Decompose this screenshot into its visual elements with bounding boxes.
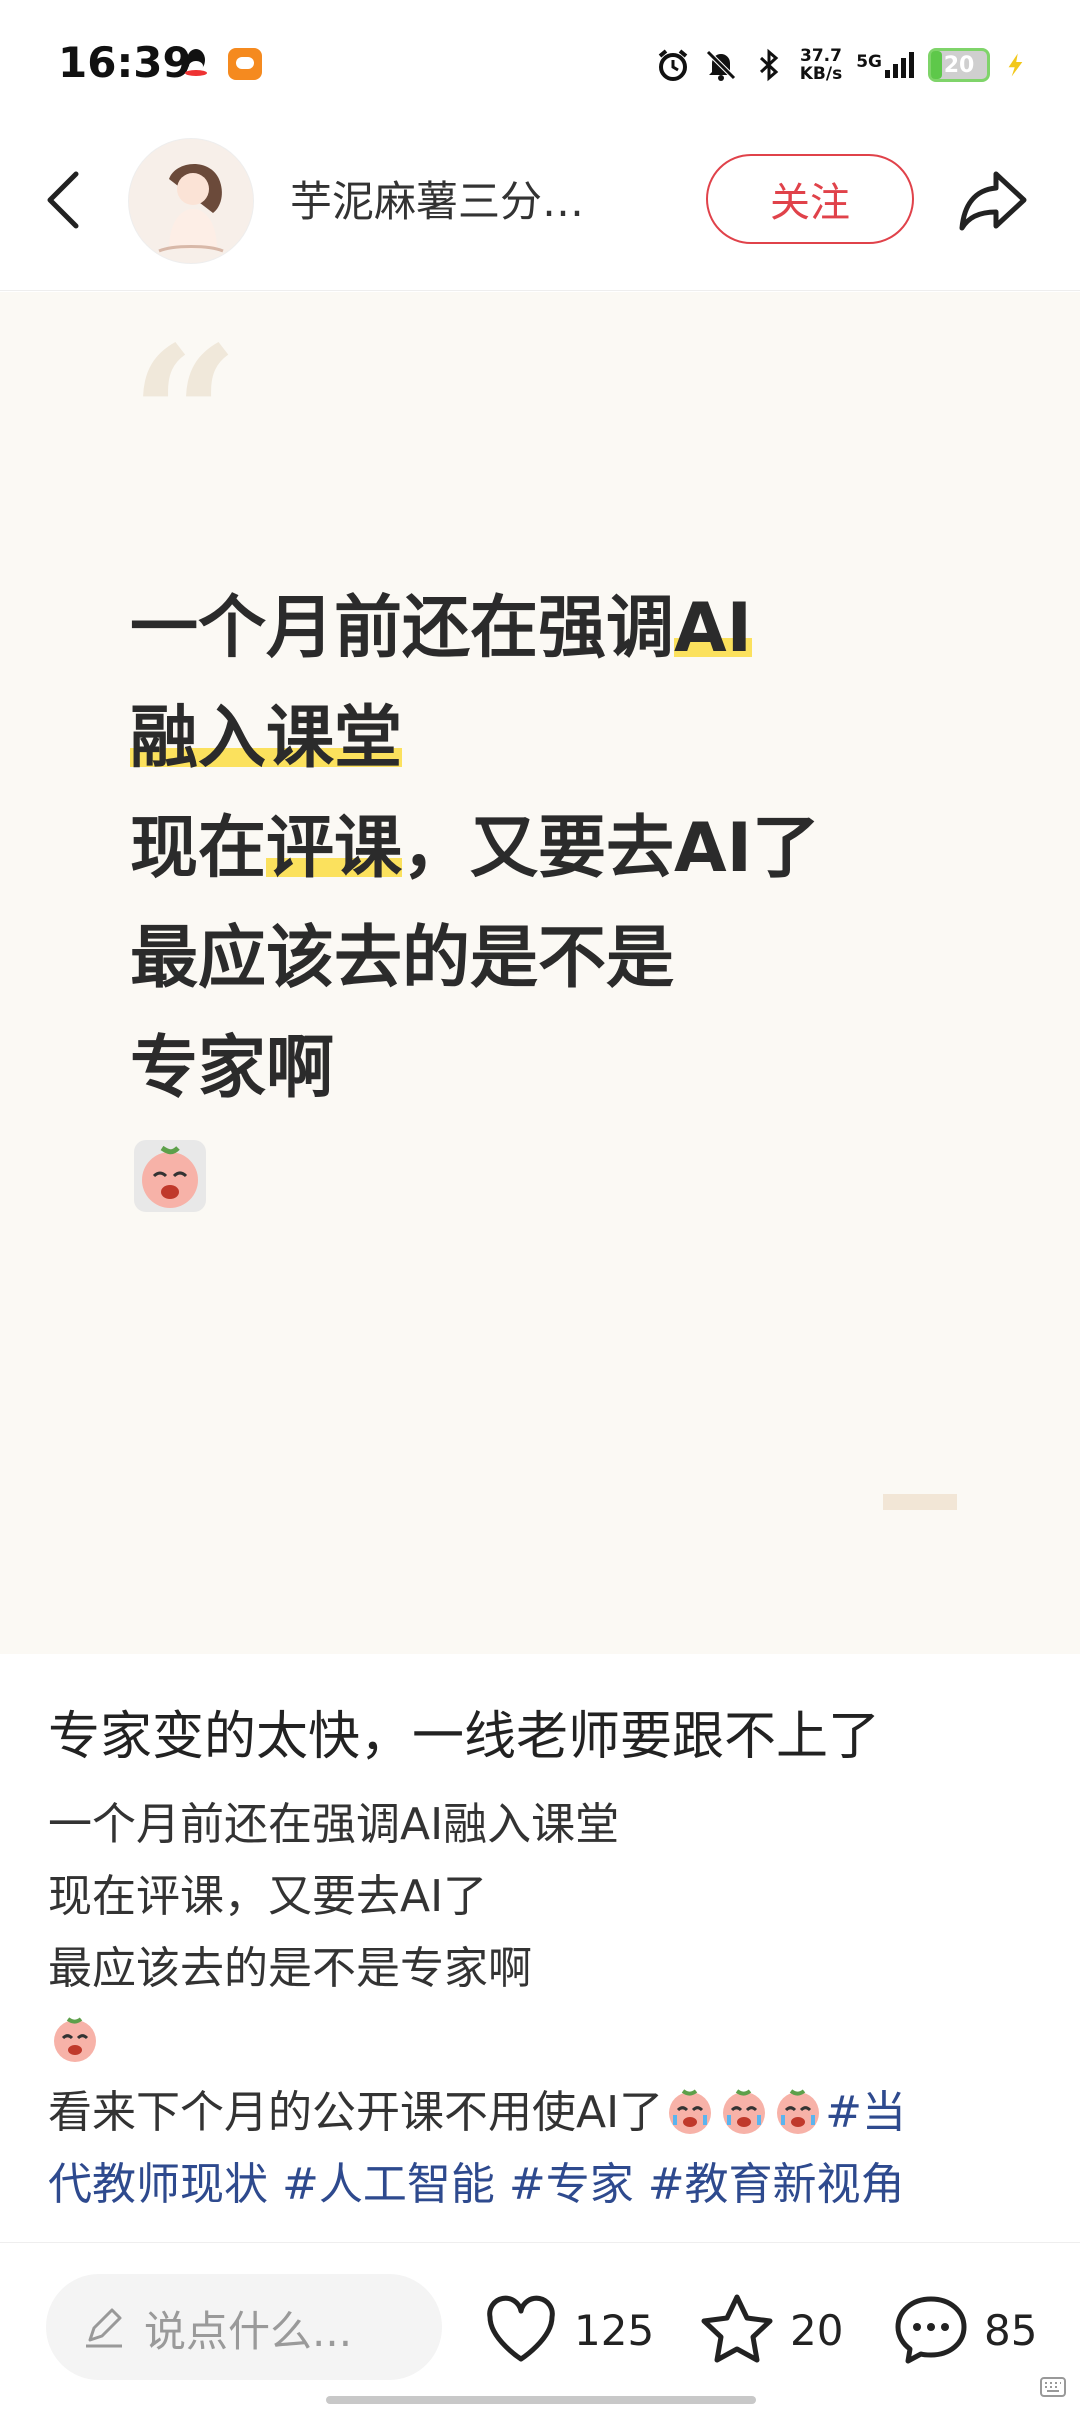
status-icons: 37.7 KB/s 5G 20	[656, 40, 1030, 90]
favorite-button[interactable]: 20	[698, 2290, 843, 2370]
post-line: 一个月前还在强调AI融入课堂	[48, 1799, 620, 1850]
status-time: 16:39	[58, 38, 192, 87]
post-emoji-line	[48, 2005, 1038, 2077]
hashtag-links[interactable]: 代教师现状 #人工智能 #专家 #教育新视角	[48, 2149, 1038, 2221]
like-button[interactable]: 125	[482, 2290, 654, 2370]
comment-button[interactable]: 85	[892, 2290, 1037, 2370]
charging-icon	[1008, 53, 1023, 77]
avatar[interactable]	[128, 138, 254, 264]
crying-emoji-icon	[723, 2089, 766, 2134]
card-decoration	[883, 1494, 957, 1510]
heart-icon	[487, 2295, 555, 2362]
favorite-count: 20	[790, 2305, 844, 2355]
alarm-icon	[658, 49, 688, 81]
card-text-segment: 最应该去的是不是	[130, 919, 675, 998]
card-text-segment: 专家啊	[130, 1029, 335, 1108]
highlighted-text: 融入课堂	[130, 699, 403, 778]
home-indicator[interactable]	[326, 2396, 756, 2404]
card-text-line: 最应该去的是不是	[130, 904, 820, 1014]
comment-input[interactable]: 说点什么...	[46, 2274, 442, 2380]
status-bar: 16:39 37.7 KB/s 5G 20	[0, 0, 1080, 140]
highlighted-text: 评课	[266, 809, 403, 888]
card-text-segment: ，又要去AI了	[402, 809, 820, 888]
card-text-line: 融入课堂	[130, 684, 820, 794]
message-icon	[228, 48, 262, 80]
card-text-line: 专家啊	[130, 1014, 820, 1124]
crying-emoji-icon	[777, 2089, 820, 2134]
comment-placeholder: 说点什么...	[144, 2307, 353, 2356]
pen-icon	[86, 2308, 122, 2348]
comment-count: 85	[984, 2305, 1038, 2355]
bluetooth-icon	[759, 48, 778, 82]
signal-icon: 5G	[856, 52, 914, 78]
card-text-segment: 一个月前还在强调	[130, 589, 675, 668]
card-text-line: 现在评课，又要去AI了	[130, 794, 820, 904]
star-icon	[701, 2294, 773, 2363]
post-line: 最应该去的是不是专家啊	[48, 1943, 532, 1994]
crying-emoji-icon	[134, 1140, 206, 1212]
like-count: 125	[574, 2305, 655, 2355]
post-line: 现在评课，又要去AI了	[48, 1871, 488, 1922]
card-text-segment: 现在	[130, 809, 267, 888]
avatar-illustration	[129, 139, 253, 263]
hashtag-link[interactable]: #当	[825, 2087, 906, 2138]
author-name[interactable]: 芋泥麻薯三分…	[290, 168, 680, 229]
share-icon[interactable]	[956, 166, 1030, 234]
quote-mark-icon: “	[130, 305, 240, 528]
qq-icon	[185, 49, 207, 76]
battery-icon: 20	[928, 48, 990, 82]
card-text-line: 一个月前还在强调AI	[130, 574, 820, 684]
highlighted-text: AI	[674, 589, 752, 668]
post-body: 一个月前还在强调AI融入课堂 现在评课，又要去AI了 最应该去的是不是专家啊 看…	[48, 1789, 1038, 2221]
keyboard-icon	[1040, 2377, 1066, 2397]
comment-bubble-icon	[895, 2296, 967, 2364]
post-line: 看来下个月的公开课不用使AI了 #当	[48, 2077, 1038, 2149]
back-arrow-icon[interactable]	[42, 168, 86, 232]
crying-emoji-icon	[54, 2017, 96, 2062]
mute-icon	[705, 50, 736, 81]
network-speed: 37.7 KB/s	[799, 46, 843, 84]
card-text: 一个月前还在强调AI 融入课堂现在评课，又要去AI了最应该去的是不是 专家啊	[130, 574, 820, 1124]
post-title: 专家变的太快，一线老师要跟不上了	[48, 1707, 881, 1767]
crying-emoji-icon	[669, 2089, 712, 2134]
follow-button[interactable]: 关注	[706, 154, 914, 244]
